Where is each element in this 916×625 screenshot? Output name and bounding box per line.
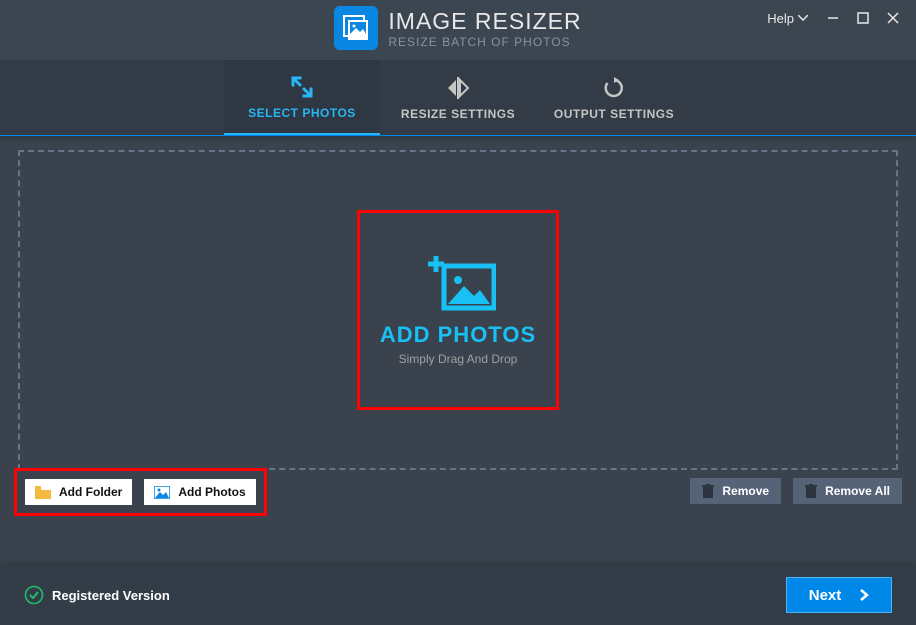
title-bar: IMAGE RESIZER RESIZE BATCH OF PHOTOS Hel… [0,0,916,60]
tab-label: SELECT PHOTOS [248,106,356,120]
help-menu[interactable]: Help [757,7,818,30]
tab-resize-settings[interactable]: RESIZE SETTINGS [380,60,536,135]
refresh-icon [603,75,625,101]
trash-icon [805,484,817,498]
close-icon [887,12,899,24]
button-label: Remove [722,484,769,498]
mirror-icon [445,75,471,101]
remove-all-button[interactable]: Remove All [793,478,902,504]
photo-icon [154,486,170,499]
add-photos-box[interactable]: ADD PHOTOS Simply Drag And Drop [357,210,559,410]
main-area: ADD PHOTOS Simply Drag And Drop Add Fold… [0,136,916,516]
button-label: Add Photos [178,485,245,499]
expand-arrows-icon [291,74,313,100]
folder-icon [35,486,51,499]
remove-button[interactable]: Remove [690,478,781,504]
footer-bar: Registered Version Next [0,565,916,625]
chevron-down-icon [798,15,808,21]
add-photos-title: ADD PHOTOS [380,322,536,348]
maximize-icon [857,12,869,24]
button-label: Remove All [825,484,890,498]
left-buttons-highlight: Add Folder Add Photos [14,468,267,516]
tab-select-photos[interactable]: SELECT PHOTOS [224,60,380,135]
chevron-right-icon [859,588,869,602]
tab-label: RESIZE SETTINGS [401,107,515,121]
drop-area[interactable]: ADD PHOTOS Simply Drag And Drop [18,150,898,470]
app-title: IMAGE RESIZER [388,8,581,35]
minimize-button[interactable] [818,6,848,30]
add-photos-button[interactable]: Add Photos [144,479,255,505]
add-photo-icon [420,254,496,312]
add-folder-button[interactable]: Add Folder [25,479,132,505]
button-label: Next [809,587,842,604]
help-label: Help [767,11,794,26]
app-subtitle: RESIZE BATCH OF PHOTOS [388,35,581,49]
tab-output-settings[interactable]: OUTPUT SETTINGS [536,60,692,135]
maximize-button[interactable] [848,6,878,30]
button-label: Add Folder [59,485,122,499]
registered-label: Registered Version [52,588,170,603]
tab-label: OUTPUT SETTINGS [554,107,674,121]
trash-icon [702,484,714,498]
add-photos-subtitle: Simply Drag And Drop [399,352,518,366]
app-icon [334,6,378,50]
next-button[interactable]: Next [786,577,892,613]
check-circle-icon [24,585,44,605]
close-button[interactable] [878,6,908,30]
nav-tabs: SELECT PHOTOS RESIZE SETTINGS OUTPUT SET… [0,60,916,136]
registered-status: Registered Version [24,585,170,605]
minimize-icon [827,12,839,24]
